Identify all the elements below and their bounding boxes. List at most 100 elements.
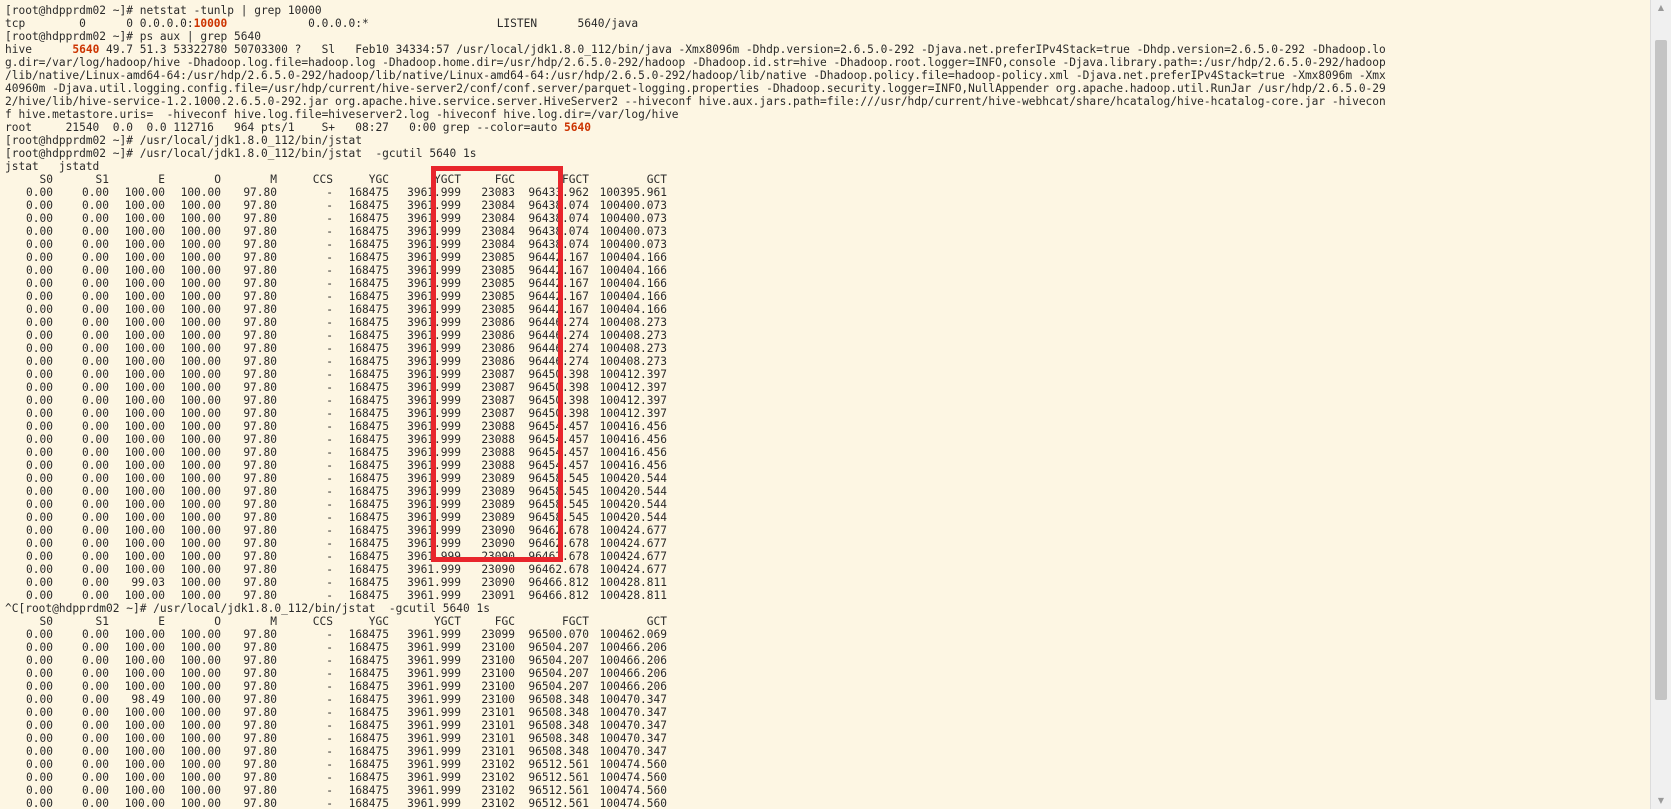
cell-gct: 100470.347 — [599, 693, 667, 706]
cell-ccs: - — [326, 420, 333, 433]
cell-e: 100.00 — [124, 589, 165, 602]
cell-s0: 0.00 — [26, 784, 53, 797]
cell-ccs: - — [326, 641, 333, 654]
cell-ygct: 3961.999 — [407, 238, 461, 251]
cell-fgct: 96466.812 — [528, 589, 589, 602]
cell-fgct: 96462.678 — [528, 563, 589, 576]
cell-fgc: 23084 — [481, 199, 515, 212]
vertical-scrollbar[interactable]: ▲ ▼ — [1650, 0, 1671, 809]
scroll-up-arrow-icon[interactable]: ▲ — [1651, 0, 1671, 16]
column-header-s1: S1 — [95, 173, 109, 186]
scrollbar-thumb[interactable] — [1655, 40, 1667, 700]
cell-fgct: 96450.398 — [528, 407, 589, 420]
cell-s1: 0.00 — [82, 784, 109, 797]
cell-ygc: 168475 — [348, 264, 389, 277]
table-row: 0.00 0.00 100.00 100.00 97.80 - 168475 3961.999… — [5, 459, 667, 472]
terminal-output[interactable]: [root@hdpprdm02 ~]# netstat -tunlp | gre… — [0, 0, 1651, 809]
cell-o: 100.00 — [180, 563, 221, 576]
cell-s1: 0.00 — [82, 667, 109, 680]
cell-s0: 0.00 — [26, 472, 53, 485]
cell-e: 100.00 — [124, 225, 165, 238]
cell-ccs: - — [326, 186, 333, 199]
cell-fgc: 23085 — [481, 251, 515, 264]
cell-s1: 0.00 — [82, 797, 109, 809]
table-row: 0.00 0.00 100.00 100.00 97.80 - 168475 3961.999… — [5, 394, 667, 407]
cell-ccs: - — [326, 446, 333, 459]
cell-e: 100.00 — [124, 446, 165, 459]
cell-ygc: 168475 — [348, 433, 389, 446]
cell-ygc: 168475 — [348, 342, 389, 355]
table-row: 0.00 0.00 100.00 100.00 97.80 - 168475 3961.999… — [5, 680, 667, 693]
cell-ygct: 3961.999 — [407, 641, 461, 654]
terminal-line: g.dir=/var/log/hadoop/hive -Dhadoop.log.… — [5, 56, 1651, 69]
cell-o: 100.00 — [180, 225, 221, 238]
cell-s0: 0.00 — [26, 589, 53, 602]
terminal-line: [root@hdpprdm02 ~]# ps aux | grep 5640 — [5, 30, 1651, 43]
cell-o: 100.00 — [180, 355, 221, 368]
cell-o: 100.00 — [180, 277, 221, 290]
cell-gct: 100412.397 — [599, 368, 667, 381]
cell-ygct: 3961.999 — [407, 732, 461, 745]
cell-gct: 100408.273 — [599, 342, 667, 355]
cell-s1: 0.00 — [82, 693, 109, 706]
cell-ygc: 168475 — [348, 316, 389, 329]
cell-ygc: 168475 — [348, 589, 389, 602]
cell-ccs: - — [326, 667, 333, 680]
cell-gct: 100416.456 — [599, 446, 667, 459]
cell-fgct: 96454.457 — [528, 420, 589, 433]
cell-ygct: 3961.999 — [407, 329, 461, 342]
column-header-m: M — [270, 615, 277, 628]
jstat-table-2: S0 S1 E O M CCS YGC YGCT FGC FGCT GCT 0.00 0.00 100.… — [5, 615, 667, 809]
cell-fgc: 23101 — [481, 706, 515, 719]
cell-e: 100.00 — [124, 394, 165, 407]
cell-ccs: - — [326, 277, 333, 290]
cell-m: 97.80 — [243, 264, 277, 277]
cell-o: 100.00 — [180, 784, 221, 797]
cell-fgct: 96508.348 — [528, 706, 589, 719]
cell-m: 97.80 — [243, 472, 277, 485]
cell-gct: 100424.677 — [599, 524, 667, 537]
cell-gct: 100412.397 — [599, 381, 667, 394]
cell-fgc: 23084 — [481, 225, 515, 238]
cell-e: 100.00 — [124, 641, 165, 654]
cell-o: 100.00 — [180, 472, 221, 485]
cell-s0: 0.00 — [26, 420, 53, 433]
terminal-line: 2/hive/lib/hive-service-1.2.1000.2.6.5.0… — [5, 95, 1651, 108]
cell-ygct: 3961.999 — [407, 511, 461, 524]
cell-m: 97.80 — [243, 368, 277, 381]
cell-e: 100.00 — [124, 186, 165, 199]
cell-ccs: - — [326, 381, 333, 394]
cell-fgct: 96454.457 — [528, 433, 589, 446]
cell-e: 100.00 — [124, 654, 165, 667]
table-row: 0.00 0.00 100.00 100.00 97.80 - 168475 3961.999… — [5, 472, 667, 485]
scroll-down-arrow-icon[interactable]: ▼ — [1651, 793, 1671, 809]
cell-e: 100.00 — [124, 745, 165, 758]
cell-e: 100.00 — [124, 498, 165, 511]
cell-ygc: 168475 — [348, 550, 389, 563]
cell-s0: 0.00 — [26, 264, 53, 277]
cell-ccs: - — [326, 433, 333, 446]
cell-m: 97.80 — [243, 251, 277, 264]
cell-s0: 0.00 — [26, 628, 53, 641]
cell-m: 97.80 — [243, 797, 277, 809]
cell-ccs: - — [326, 563, 333, 576]
cell-fgct: 96446.274 — [528, 355, 589, 368]
table-row: 0.00 0.00 100.00 100.00 97.80 - 168475 3961.999… — [5, 732, 667, 745]
cell-s0: 0.00 — [26, 576, 53, 589]
cell-ygct: 3961.999 — [407, 771, 461, 784]
cell-fgct: 96508.348 — [528, 732, 589, 745]
cell-s1: 0.00 — [82, 719, 109, 732]
table-row: 0.00 0.00 100.00 100.00 97.80 - 168475 3961.999… — [5, 745, 667, 758]
cell-o: 100.00 — [180, 732, 221, 745]
cell-fgc: 23088 — [481, 459, 515, 472]
cell-ygct: 3961.999 — [407, 199, 461, 212]
cell-fgc: 23099 — [481, 628, 515, 641]
cell-fgc: 23102 — [481, 797, 515, 809]
cell-fgc: 23091 — [481, 589, 515, 602]
cell-gct: 100404.166 — [599, 290, 667, 303]
cell-ygct: 3961.999 — [407, 355, 461, 368]
cell-s0: 0.00 — [26, 758, 53, 771]
terminal-text: 49.7 51.3 53322780 50703300 ? Sl Feb10 3… — [99, 43, 1386, 56]
cell-m: 97.80 — [243, 589, 277, 602]
column-header-e: E — [158, 173, 165, 186]
